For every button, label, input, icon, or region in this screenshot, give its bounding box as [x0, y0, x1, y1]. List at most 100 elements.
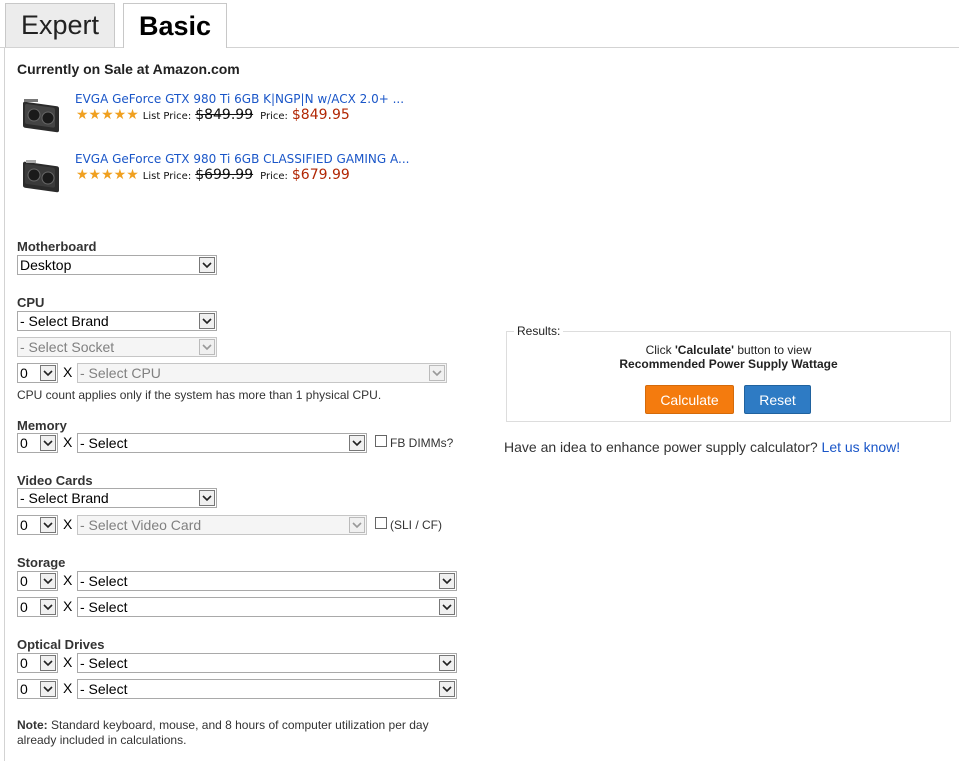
- sale-price: $849.95: [291, 107, 350, 123]
- optical-drives-label: Optical Drives: [17, 637, 105, 652]
- product-link-1[interactable]: EVGA GeForce GTX 980 Ti 6GB K|NGP|N w/AC…: [75, 92, 404, 106]
- optical-count-select-2[interactable]: 0: [17, 679, 58, 699]
- multiply-sign: X: [63, 598, 73, 614]
- chevron-down-icon: [40, 435, 56, 451]
- footnote: Note: Standard keyboard, mouse, and 8 ho…: [17, 718, 447, 748]
- storage-select-2[interactable]: - Select: [77, 597, 457, 617]
- cpu-model-select[interactable]: - Select CPU: [77, 363, 447, 383]
- results-line1-post: button to view: [734, 343, 812, 357]
- cpu-socket-value: - Select Socket: [20, 339, 115, 355]
- storage-count-value: 0: [20, 573, 28, 589]
- sale-heading: Currently on Sale at Amazon.com: [17, 61, 240, 77]
- cpu-label: CPU: [17, 295, 45, 310]
- chevron-down-icon: [40, 599, 56, 615]
- feedback-link[interactable]: Let us know!: [822, 439, 901, 455]
- rating-stars-icon: ★★★★★: [76, 106, 139, 122]
- video-count-select[interactable]: 0: [17, 515, 58, 535]
- optical-count-select-1[interactable]: 0: [17, 653, 58, 673]
- chevron-down-icon: [439, 655, 455, 671]
- multiply-sign: X: [63, 680, 73, 696]
- cpu-model-value: - Select CPU: [80, 365, 161, 381]
- reset-label: Reset: [759, 391, 796, 408]
- tab-basic[interactable]: Basic: [123, 3, 227, 48]
- memory-label: Memory: [17, 418, 67, 433]
- video-card-select[interactable]: - Select Video Card: [77, 515, 367, 535]
- chevron-down-icon: [429, 365, 445, 381]
- chevron-down-icon: [349, 517, 365, 533]
- chevron-down-icon: [199, 490, 215, 506]
- chevron-down-icon: [40, 365, 56, 381]
- optical-count-value: 0: [20, 655, 28, 671]
- calculate-button[interactable]: Calculate: [645, 385, 734, 414]
- multiply-sign: X: [63, 364, 73, 380]
- list-price-label: List Price:: [142, 171, 192, 182]
- video-card-value: - Select Video Card: [80, 517, 202, 533]
- cpu-socket-select[interactable]: - Select Socket: [17, 337, 217, 357]
- video-brand-select[interactable]: - Select Brand: [17, 488, 217, 508]
- cpu-count-value: 0: [20, 365, 28, 381]
- tab-expert[interactable]: Expert: [5, 3, 115, 47]
- memory-count-value: 0: [20, 435, 28, 451]
- tab-expert-label: Expert: [20, 10, 100, 40]
- list-price-label: List Price:: [142, 111, 192, 122]
- chevron-down-icon: [40, 655, 56, 671]
- panel-border: [4, 48, 5, 761]
- memory-select[interactable]: - Select: [77, 433, 367, 453]
- optical-select-value: - Select: [80, 655, 128, 671]
- optical-select-1[interactable]: - Select: [77, 653, 457, 673]
- results-line1-bold: 'Calculate': [674, 343, 734, 357]
- price-label: Price:: [260, 111, 288, 122]
- cpu-brand-select[interactable]: - Select Brand: [17, 311, 217, 331]
- product-image-2[interactable]: [20, 153, 64, 198]
- chevron-down-icon: [439, 599, 455, 615]
- chevron-down-icon: [199, 257, 215, 273]
- motherboard-select[interactable]: Desktop: [17, 255, 217, 275]
- storage-select-value: - Select: [80, 599, 128, 615]
- product-price-row-2: ★★★★★ List Price: $699.99 Price: $679.99: [76, 166, 350, 183]
- results-instruction: Click 'Calculate' button to view: [506, 343, 951, 357]
- optical-select-value: - Select: [80, 681, 128, 697]
- storage-label: Storage: [17, 555, 66, 570]
- storage-count-value: 0: [20, 599, 28, 615]
- product-link-2[interactable]: EVGA GeForce GTX 980 Ti 6GB CLASSIFIED G…: [75, 152, 409, 166]
- tab-basic-label: Basic: [138, 10, 212, 41]
- chevron-down-icon: [40, 573, 56, 589]
- list-price: $849.99: [195, 107, 254, 123]
- footnote-text: Standard keyboard, mouse, and 8 hours of…: [17, 718, 429, 747]
- motherboard-select-value: Desktop: [20, 257, 72, 273]
- memory-select-value: - Select: [80, 435, 128, 451]
- multiply-sign: X: [63, 434, 73, 450]
- multiply-sign: X: [63, 572, 73, 588]
- optical-select-2[interactable]: - Select: [77, 679, 457, 699]
- fb-dimms-label: FB DIMMs?: [390, 436, 454, 450]
- results-line2: Recommended Power Supply Wattage: [619, 357, 838, 371]
- gpu-product-icon: [23, 99, 59, 133]
- chevron-down-icon: [199, 339, 215, 355]
- results-legend: Results:: [514, 324, 564, 338]
- video-count-value: 0: [20, 517, 28, 533]
- storage-select-1[interactable]: - Select: [77, 571, 457, 591]
- multiply-sign: X: [63, 654, 73, 670]
- list-price: $699.99: [195, 167, 254, 183]
- fb-dimms-checkbox[interactable]: [375, 435, 387, 447]
- chevron-down-icon: [40, 681, 56, 697]
- reset-button[interactable]: Reset: [744, 385, 811, 414]
- results-line1-pre: Click: [645, 343, 675, 357]
- memory-count-select[interactable]: 0: [17, 433, 58, 453]
- footnote-bold: Note:: [17, 718, 48, 732]
- cpu-count-select[interactable]: 0: [17, 363, 58, 383]
- storage-count-select-1[interactable]: 0: [17, 571, 58, 591]
- product-image-1[interactable]: [20, 93, 64, 138]
- motherboard-label: Motherboard: [17, 239, 97, 254]
- video-brand-value: - Select Brand: [20, 490, 109, 506]
- calculate-label: Calculate: [660, 391, 719, 408]
- sli-checkbox[interactable]: [375, 517, 387, 529]
- rating-stars-icon: ★★★★★: [76, 166, 139, 182]
- chevron-down-icon: [199, 313, 215, 329]
- storage-count-select-2[interactable]: 0: [17, 597, 58, 617]
- multiply-sign: X: [63, 516, 73, 532]
- sale-price: $679.99: [291, 167, 350, 183]
- chevron-down-icon: [349, 435, 365, 451]
- cpu-brand-value: - Select Brand: [20, 313, 109, 329]
- chevron-down-icon: [439, 681, 455, 697]
